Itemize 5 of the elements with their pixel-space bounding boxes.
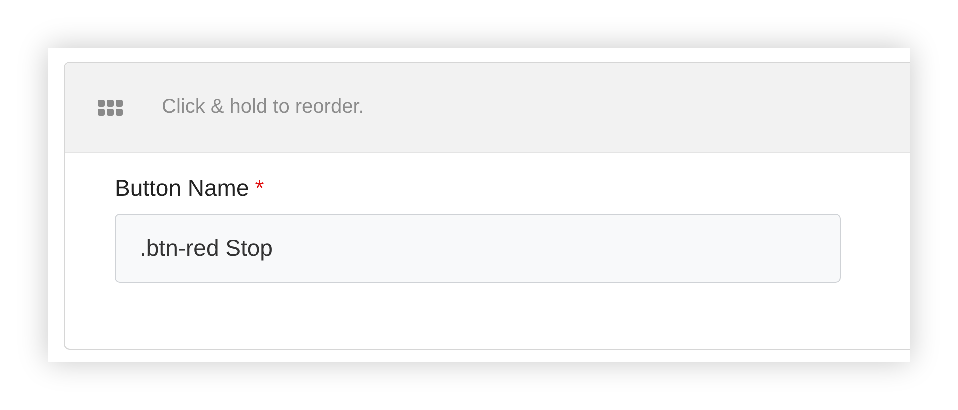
field-label: Button Name — [115, 175, 250, 202]
required-mark: * — [255, 175, 264, 202]
drag-hint: Click & hold to reorder. — [162, 96, 364, 119]
button-name-field[interactable]: .btn-red Stop — [115, 214, 841, 283]
drag-handle-icon[interactable] — [98, 100, 123, 116]
